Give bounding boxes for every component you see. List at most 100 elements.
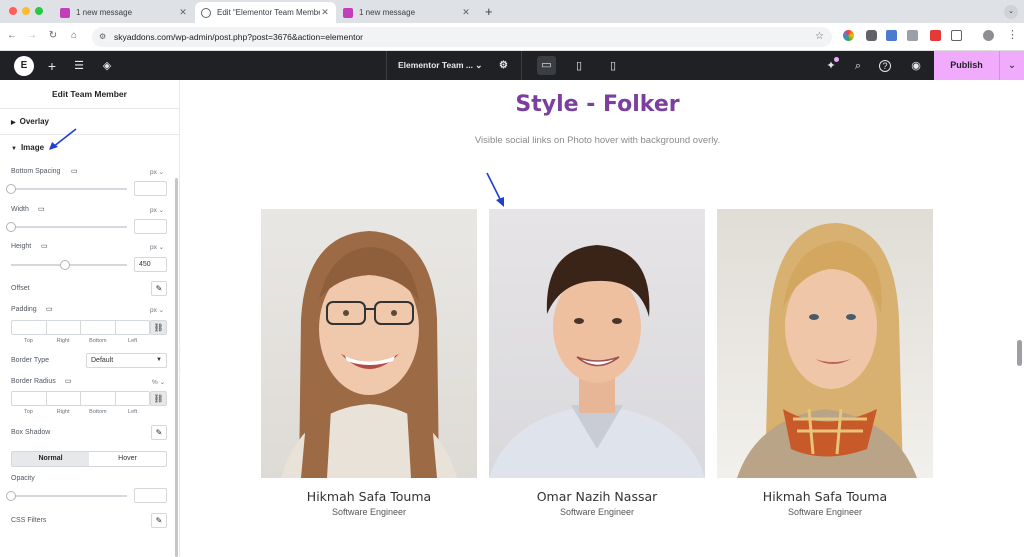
preview-eye-icon[interactable]: ◉ (908, 58, 924, 74)
unit-selector[interactable]: % ⌄ (152, 378, 165, 386)
tab-label: 1 new message (76, 8, 133, 17)
team-member-card[interactable]: Hikmah Safa Touma Software Engineer (717, 209, 933, 517)
page-settings-gear-icon[interactable]: ⚙ (499, 51, 508, 80)
bookmark-star-icon[interactable]: ☆ (815, 27, 824, 47)
close-tab-icon[interactable]: ✕ (320, 7, 330, 18)
close-tab-icon[interactable]: ✕ (461, 7, 471, 18)
document-title-dropdown[interactable]: Elementor Team ... ⌄ ⚙ (386, 51, 522, 80)
extension-red-icon[interactable] (930, 30, 941, 41)
border-type-select[interactable]: Default ▼ (86, 353, 167, 368)
padding-top-input[interactable] (12, 321, 47, 334)
browser-tab-message-1[interactable]: 1 new message ✕ (54, 2, 194, 23)
desktop-view-icon[interactable]: ▭ (537, 56, 556, 75)
slider-handle[interactable] (6, 222, 16, 232)
team-member-card[interactable]: Omar Nazih Nassar Software Engineer (489, 209, 705, 517)
responsive-desktop-icon[interactable]: ▭ (41, 242, 48, 250)
panel-scrollbar[interactable] (175, 178, 178, 557)
width-slider[interactable] (11, 226, 127, 228)
offset-label: Offset (11, 285, 30, 292)
browser-menu-icon[interactable]: ⋮ (1007, 28, 1018, 41)
responsive-desktop-icon[interactable]: ▭ (71, 167, 78, 175)
browser-tab-elementor[interactable]: Edit “Elementor Team Membe ✕ (195, 2, 336, 23)
bottom-spacing-input[interactable] (134, 181, 167, 196)
responsive-desktop-icon[interactable]: ▭ (65, 377, 72, 385)
radius-left-input[interactable] (116, 392, 150, 405)
css-filters-label: CSS Filters (11, 517, 47, 524)
minimize-window-icon[interactable] (22, 7, 30, 15)
unit-text: % (152, 379, 158, 386)
home-icon[interactable]: ⌂ (67, 29, 81, 43)
link-values-icon[interactable]: ⛓ (150, 391, 167, 406)
extension-image-icon[interactable] (907, 30, 918, 41)
padding-right-input[interactable] (47, 321, 81, 334)
page-scrollbar[interactable] (1017, 340, 1022, 366)
help-icon[interactable]: ? (879, 60, 891, 72)
unit-selector[interactable]: px ⌄ (150, 206, 164, 214)
profile-avatar[interactable] (983, 30, 994, 41)
slider-handle[interactable] (60, 260, 70, 270)
new-tab-icon[interactable]: + (485, 4, 493, 19)
url-field[interactable]: ⚙ skyaddons.com/wp-admin/post.php?post=3… (92, 27, 832, 47)
height-input[interactable]: 450 (134, 257, 167, 272)
section-image[interactable]: ▼ Image (0, 135, 179, 161)
unit-selector[interactable]: px ⌄ (150, 243, 164, 251)
section-subheading: Visible social links on Photo hover with… (474, 135, 721, 146)
forward-icon[interactable]: → (25, 29, 39, 43)
padding-side-labels: Top Right Bottom Left (11, 338, 150, 344)
back-icon[interactable]: ← (5, 29, 19, 43)
radius-right-input[interactable] (47, 392, 81, 405)
mobile-view-icon[interactable]: ▯ (605, 58, 621, 74)
slider-handle[interactable] (6, 184, 16, 194)
extensions-puzzle-icon[interactable] (951, 30, 962, 41)
annotation-arrow-icon (486, 172, 504, 207)
site-settings-icon[interactable]: ☰ (71, 58, 87, 74)
tab-normal[interactable]: Normal (12, 452, 89, 466)
finder-search-icon[interactable]: ⌕ (850, 58, 866, 74)
member-role: Software Engineer (331, 507, 407, 517)
member-photo[interactable] (261, 209, 477, 478)
site-info-icon[interactable]: ⚙ (99, 27, 106, 47)
responsive-desktop-icon[interactable]: ▭ (38, 205, 45, 213)
bottom-spacing-slider[interactable] (11, 188, 127, 190)
radius-top-input[interactable] (12, 392, 47, 405)
member-photo[interactable] (717, 209, 933, 478)
section-overlay[interactable]: ▶ Overlay (0, 109, 179, 135)
opacity-slider[interactable] (11, 495, 127, 497)
reload-icon[interactable]: ↻ (46, 29, 60, 43)
edit-pencil-icon[interactable]: ✎ (151, 425, 167, 440)
publish-options-chevron-icon[interactable]: ⌄ (999, 51, 1024, 80)
edit-pencil-icon[interactable]: ✎ (151, 513, 167, 528)
close-tab-icon[interactable]: ✕ (178, 7, 188, 18)
browser-tab-message-2[interactable]: 1 new message ✕ (337, 2, 477, 23)
padding-left-input[interactable] (116, 321, 150, 334)
team-member-card[interactable]: Hikmah Safa Touma Software Engineer (261, 209, 477, 517)
unit-selector[interactable]: px ⌄ (150, 306, 164, 314)
add-element-icon[interactable]: + (44, 58, 60, 74)
maximize-window-icon[interactable] (35, 7, 43, 15)
member-photo[interactable] (489, 209, 705, 478)
extension-chrome-icon[interactable] (843, 30, 854, 41)
caret-down-icon: ▼ (156, 357, 162, 363)
right-label: Right (56, 338, 70, 344)
structure-layers-icon[interactable]: ◈ (99, 58, 115, 74)
opacity-input[interactable] (134, 488, 167, 503)
extension-shield-icon[interactable] (866, 30, 877, 41)
edit-pencil-icon[interactable]: ✎ (151, 281, 167, 296)
elementor-logo-icon[interactable]: E (14, 56, 34, 76)
publish-button[interactable]: Publish (934, 51, 999, 80)
address-bar-row: ← → ↻ ⌂ ⚙ skyaddons.com/wp-admin/post.ph… (0, 23, 1024, 51)
section-heading: Style - Folker (515, 92, 680, 117)
extension-translate-icon[interactable] (886, 30, 897, 41)
close-window-icon[interactable] (9, 7, 17, 15)
tab-search-icon[interactable]: ⌄ (1004, 5, 1018, 19)
tab-hover[interactable]: Hover (89, 452, 166, 466)
slider-handle[interactable] (6, 491, 16, 501)
link-values-icon[interactable]: ⛓ (150, 320, 167, 335)
padding-bottom-input[interactable] (81, 321, 116, 334)
bottom-label: Bottom (89, 338, 107, 344)
radius-bottom-input[interactable] (81, 392, 116, 405)
tablet-view-icon[interactable]: ▯ (571, 58, 587, 74)
responsive-desktop-icon[interactable]: ▭ (46, 305, 53, 313)
unit-selector[interactable]: px ⌄ (150, 168, 164, 176)
width-input[interactable] (134, 219, 167, 234)
